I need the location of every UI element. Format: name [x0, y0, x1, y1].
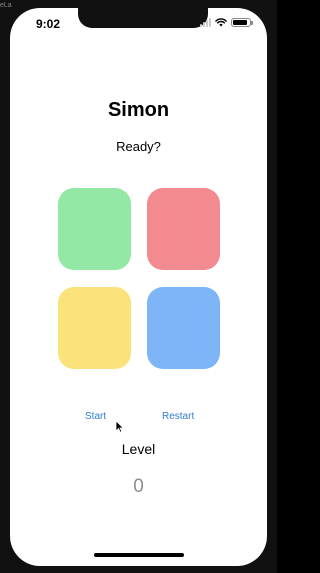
red-pad-button[interactable] — [147, 188, 220, 270]
blue-pad-button[interactable] — [147, 287, 220, 369]
level-value: 0 — [133, 476, 144, 497]
device-frame: eLa 9:02 Simon Ready? Start Restart Leve… — [0, 0, 277, 573]
background-app-label: eLa — [0, 2, 12, 9]
mouse-cursor-icon — [115, 420, 124, 433]
yellow-pad-button[interactable] — [58, 287, 131, 369]
device-notch — [78, 8, 208, 28]
battery-icon — [231, 18, 253, 27]
phone-screen: 9:02 Simon Ready? Start Restart Level 0 — [10, 8, 267, 566]
game-status-text: Ready? — [116, 139, 161, 154]
green-pad-button[interactable] — [58, 188, 131, 270]
cellular-signal-icon — [200, 18, 211, 27]
status-time: 9:02 — [36, 17, 61, 31]
level-label: Level — [121, 441, 156, 457]
wifi-icon — [215, 18, 227, 27]
restart-button[interactable]: Restart — [162, 411, 194, 422]
app-title: Simon — [107, 99, 170, 121]
home-indicator[interactable] — [94, 553, 184, 557]
status-icons — [200, 18, 253, 27]
start-button[interactable]: Start — [85, 411, 106, 422]
